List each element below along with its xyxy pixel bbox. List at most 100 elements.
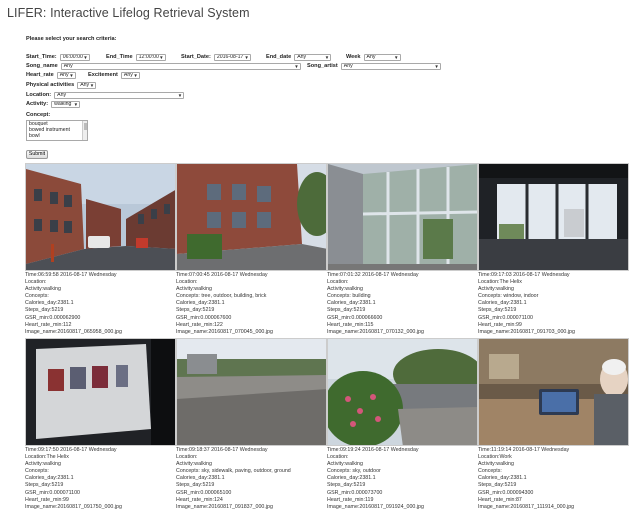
- concept-label: Concept:: [26, 112, 51, 118]
- start-date-select[interactable]: 2016-08-17 ▼: [213, 53, 251, 61]
- lifelog-image[interactable]: [327, 338, 478, 446]
- result-image-name: Image_name:20160817_065958_000.jpg: [25, 328, 122, 335]
- song-artist-select[interactable]: Any ▼: [340, 62, 441, 70]
- result-heart-rate: Heart_rate_min:99: [478, 321, 522, 328]
- result-steps: Steps_day:5219: [327, 482, 366, 489]
- result-metadata: Time:09:17:03 2016-08-17 Wednesday Locat…: [478, 272, 629, 336]
- result-metadata: Time:09:19:24 2016-08-17 Wednesday Locat…: [327, 447, 478, 511]
- result-steps: Steps_day:5219: [176, 482, 215, 489]
- result-activity: Activity:walking: [176, 286, 212, 293]
- result-metadata: Time:09:18:37 2016-08-17 Wednesday Locat…: [176, 447, 327, 511]
- chevron-down-icon: ▼: [434, 63, 439, 69]
- song-name-value: Any: [63, 62, 73, 69]
- heart-rate-field: Heart_rate Any ▼: [26, 71, 76, 79]
- result-heart-rate: Heart_rate_min:119: [327, 496, 374, 503]
- lifelog-image[interactable]: [25, 163, 176, 271]
- lifelog-image[interactable]: [478, 163, 629, 271]
- result-image-name: Image_name:20160817_111914_000.jpg: [478, 503, 575, 510]
- result-concepts: Concepts:: [25, 293, 49, 300]
- chevron-down-icon: ▼: [133, 72, 138, 78]
- start-time-select[interactable]: 06:00:00 ▼: [59, 53, 90, 61]
- physical-activities-label: Physical activities: [26, 82, 75, 88]
- lifelog-image[interactable]: [176, 163, 327, 271]
- end-date-select[interactable]: Any ▼: [294, 53, 332, 61]
- result-metadata: Time:07:01:32 2016-08-17 Wednesday Locat…: [327, 272, 478, 336]
- start-date-label: Start_Date:: [181, 54, 211, 60]
- location-label: Location:: [26, 92, 52, 98]
- result-activity: Activity:walking: [478, 461, 514, 468]
- song-name-select[interactable]: Any ▼: [60, 62, 301, 70]
- week-select[interactable]: Any ▼: [363, 53, 401, 61]
- result-concepts: Concepts: tree, outdoor, building, brick: [176, 293, 267, 300]
- result-steps: Steps_day:5219: [327, 307, 366, 314]
- chevron-down-icon: ▼: [324, 54, 330, 60]
- form-prompt: Please select your search criteria:: [26, 36, 117, 42]
- result-time: Time:09:17:50 2016-08-17 Wednesday: [25, 447, 117, 453]
- result-metadata: Time:07:00:45 2016-08-17 Wednesday Locat…: [176, 272, 327, 336]
- result-gsr: GSR_min:0.000067600: [176, 314, 232, 321]
- song-name-field: Song_name Any ▼: [26, 62, 301, 70]
- start-time-field: Start_Time: 06:00:00 ▼: [26, 53, 90, 61]
- end-time-select[interactable]: 12:00:00 ▼: [135, 53, 166, 61]
- concept-option[interactable]: bowl: [29, 133, 87, 139]
- activity-label: Activity:: [26, 101, 49, 107]
- location-select[interactable]: Any ▼: [54, 91, 185, 99]
- lifelog-image[interactable]: [327, 163, 478, 271]
- activity-field: Activity: walking ▼: [26, 100, 81, 108]
- result-gsr: GSR_min:0.000071100: [25, 489, 80, 496]
- concept-scrollbar[interactable]: [82, 121, 87, 140]
- end-time-field: End_Time 12:00:00 ▼: [106, 53, 166, 61]
- lifelog-image[interactable]: [176, 338, 327, 446]
- week-label: Week: [346, 54, 361, 60]
- activity-select[interactable]: walking ▼: [51, 100, 81, 108]
- song-artist-field: Song_artist Any ▼: [307, 62, 441, 70]
- result-concepts: Concepts:: [478, 468, 502, 475]
- result-steps: Steps_day:5219: [478, 482, 517, 489]
- results-grid: Time:06:59:58 2016-08-17 Wednesday Locat…: [25, 163, 630, 513]
- result-concepts: Concepts: sky, outdoor: [327, 468, 381, 475]
- chevron-down-icon: ▼: [177, 92, 183, 98]
- heart-rate-select[interactable]: Any ▼: [56, 71, 76, 79]
- result-time: Time:11:19:14 2016-08-17 Wednesday: [478, 447, 570, 453]
- submit-button[interactable]: Submit: [26, 150, 48, 159]
- week-field: Week Any ▼: [346, 53, 401, 61]
- physical-activities-select[interactable]: Any ▼: [77, 81, 97, 89]
- result-time: Time:06:59:58 2016-08-17 Wednesday: [25, 272, 117, 278]
- location-field: Location: Any ▼: [26, 91, 185, 99]
- result-concepts: Concepts:: [25, 468, 49, 475]
- result-metadata: Time:06:59:58 2016-08-17 Wednesday Locat…: [25, 272, 176, 336]
- result-location: Location:: [176, 454, 198, 461]
- chevron-down-icon: ▼: [83, 54, 88, 60]
- result-steps: Steps_day:5219: [478, 307, 517, 314]
- end-time-value: 12:00:00: [138, 53, 159, 60]
- location-value: Any: [57, 91, 67, 98]
- result-calories: Calories_day:2381.1: [176, 475, 225, 482]
- chevron-down-icon: ▼: [394, 54, 399, 60]
- chevron-down-icon: ▼: [159, 54, 164, 60]
- result-steps: Steps_day:5219: [25, 307, 64, 314]
- result-steps: Steps_day:5219: [25, 482, 64, 489]
- result-heart-rate: Heart_rate_min:112: [25, 321, 72, 328]
- week-value: Any: [366, 53, 376, 60]
- form-row-location: Location: Any ▼: [26, 91, 626, 100]
- result-gsr: GSR_min:0.000073700: [327, 489, 383, 496]
- result-location: Location:: [327, 454, 349, 461]
- result-heart-rate: Heart_rate_min:124: [176, 496, 223, 503]
- result-activity: Activity:walking: [327, 461, 363, 468]
- heart-rate-value: Any: [59, 71, 69, 78]
- excitement-field: Excitement Any ▼: [88, 71, 140, 79]
- lifelog-image[interactable]: [478, 338, 629, 446]
- result-steps: Steps_day:5219: [176, 307, 215, 314]
- chevron-down-icon: ▼: [69, 72, 74, 78]
- result-location: Location:Work: [478, 454, 512, 461]
- lifelog-image[interactable]: [25, 338, 176, 446]
- scrollbar-thumb[interactable]: [84, 123, 87, 130]
- result-image-name: Image_name:20160817_091703_000.jpg: [478, 328, 575, 335]
- result-location: Location:: [327, 279, 349, 286]
- result-gsr: GSR_min:0.000094300: [478, 489, 534, 496]
- concept-listbox[interactable]: bouquet bowed instrument bowl: [26, 120, 88, 141]
- result-image-name: Image_name:20160817_070045_000.jpg: [176, 328, 273, 335]
- result-calories: Calories_day:2381.1: [25, 475, 74, 482]
- result-time: Time:09:17:03 2016-08-17 Wednesday: [478, 272, 570, 278]
- excitement-select[interactable]: Any ▼: [120, 71, 140, 79]
